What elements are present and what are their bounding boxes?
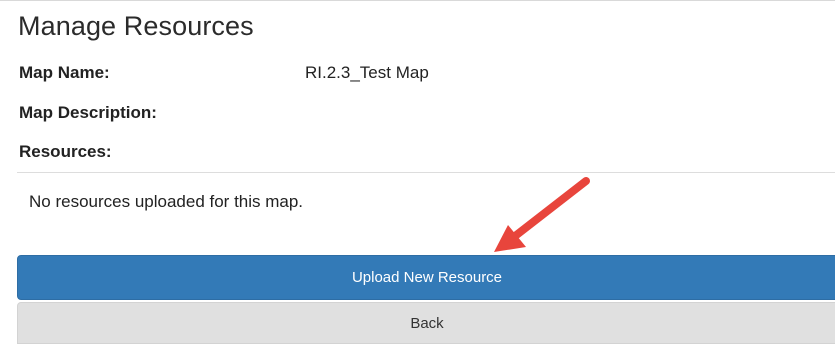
top-border [0, 0, 835, 1]
map-name-label: Map Name: [19, 63, 110, 82]
page-title: Manage Resources [18, 11, 254, 41]
map-name-value: RI.2.3_Test Map [305, 63, 429, 82]
resources-divider [17, 172, 835, 173]
map-description-label: Map Description: [19, 103, 157, 122]
manage-resources-page: Manage Resources Map Name: RI.2.3_Test M… [0, 0, 835, 344]
resources-label: Resources: [19, 142, 112, 161]
back-button[interactable]: Back [17, 302, 835, 344]
upload-new-resource-button[interactable]: Upload New Resource [17, 255, 835, 300]
no-resources-message: No resources uploaded for this map. [29, 192, 304, 211]
